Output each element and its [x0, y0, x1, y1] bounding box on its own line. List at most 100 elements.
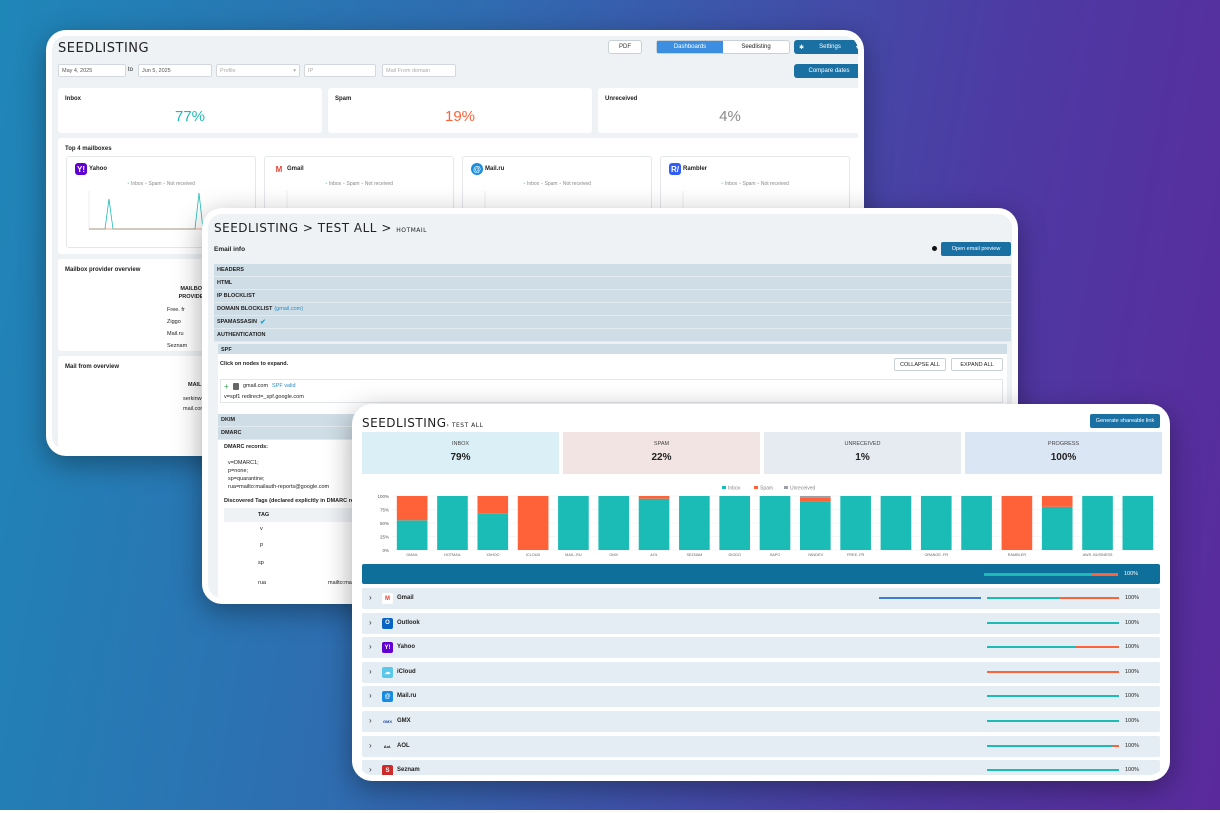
legend-inbox: Inbox: [130, 181, 144, 187]
section-dmarc[interactable]: DMARC: [218, 427, 364, 440]
tab-seedlisting[interactable]: Seedlisting: [723, 41, 789, 53]
spf-node[interactable]: gmail.com: [243, 383, 268, 389]
stat-value: 4%: [719, 108, 741, 125]
x-tick-label: HOTMAIL: [444, 553, 461, 557]
gmx-icon: GMX: [382, 719, 393, 724]
kpi-spam: SPAM 22%: [563, 432, 760, 474]
breadcrumb-root[interactable]: SEEDLISTING: [214, 221, 299, 235]
date-to-input[interactable]: Jun 5, 2025: [138, 64, 212, 77]
provider-row-seznam[interactable]: › S Seznam 100%: [362, 760, 1160, 775]
dmarc-line: v=DMARC1;: [228, 460, 259, 466]
legend-inbox: Inbox: [526, 181, 540, 187]
legend-swatch: [722, 486, 726, 489]
bar-inbox: [799, 501, 831, 550]
kpi-progress: PROGRESS 100%: [965, 432, 1162, 474]
chevron-right-icon[interactable]: ›: [369, 667, 372, 676]
provider-percent: 100%: [1125, 718, 1140, 724]
x-tick-label: MAIL..RU: [565, 553, 582, 557]
chevron-right-icon[interactable]: ›: [369, 741, 372, 750]
overall-progress-value: 100%: [1124, 571, 1139, 577]
y-tick-label: 75%: [380, 508, 389, 513]
chevron-right-icon[interactable]: ›: [369, 765, 372, 774]
section-label: DOMAIN BLOCKLIST: [217, 306, 273, 312]
mailbox-name: Yahoo: [89, 166, 108, 172]
email-info-title: Email info: [214, 246, 246, 253]
yahoo-icon: Y!: [75, 163, 87, 175]
section-authentication[interactable]: AUTHENTICATION: [214, 329, 1011, 342]
ip-input[interactable]: IP: [304, 64, 376, 77]
legend-label: Unreceived: [790, 486, 816, 492]
provider-progress-bar: [987, 720, 1119, 722]
bar-inbox: [840, 496, 871, 550]
kpi-label: SPAM: [653, 441, 670, 447]
provider-percent: 100%: [1125, 693, 1140, 700]
provider-row-mailru[interactable]: › @ Mail.ru 100%: [362, 686, 1160, 708]
legend-not-received: Not received: [364, 181, 393, 187]
icloud-icon: ☁: [382, 666, 393, 678]
pdf-button[interactable]: PDF: [608, 40, 642, 54]
mailbox-legend: ⁃ Inbox ⁃ Spam ⁃ Not received: [127, 181, 195, 187]
section-dkim[interactable]: DKIM: [218, 414, 364, 427]
profile-select[interactable]: Profile ▾: [216, 64, 300, 77]
section-headers[interactable]: HEADERS: [214, 264, 1011, 277]
x-tick-label: YANDEX: [808, 553, 824, 557]
legend-inbox: Inbox: [724, 181, 738, 187]
y-tick-label: 50%: [380, 521, 389, 526]
settings-button[interactable]: ✱ Settings ▾: [794, 40, 858, 54]
x-tick-label: GMAIL: [406, 553, 418, 557]
dmarc-line: sp=quarantine;: [228, 476, 265, 482]
legend-swatch: [754, 486, 758, 489]
bar-spam: [517, 496, 549, 550]
section-html[interactable]: HTML: [214, 277, 1011, 290]
chevron-right-icon[interactable]: ›: [369, 642, 372, 651]
x-tick-label: AWS..BUSINESS: [1083, 553, 1113, 557]
open-email-preview-button[interactable]: Open email preview: [941, 242, 1011, 256]
breadcrumb-separator: >: [302, 221, 314, 235]
chevron-right-icon[interactable]: ›: [369, 618, 372, 627]
legend-not-received: Not received: [562, 181, 591, 187]
bar-inbox: [920, 496, 952, 550]
chevron-right-icon[interactable]: ›: [369, 691, 372, 700]
dmarc-line: rua=mailto:mailauth-reports@google.com: [228, 484, 330, 490]
provider-percent: 100%: [1125, 595, 1140, 601]
provider-row-icloud[interactable]: › ☁ iCloud 100%: [362, 661, 1160, 683]
stat-unreceived: Unreceived 4%: [598, 88, 858, 133]
chevron-right-icon[interactable]: ›: [369, 593, 372, 602]
tab-dashboards[interactable]: Dashboards: [657, 41, 723, 53]
provider-row-gmail[interactable]: › M Gmail 100%: [362, 588, 1160, 609]
section-domain-blocklist[interactable]: DOMAIN BLOCKLIST (gmail.com): [214, 303, 1011, 316]
bar-inbox: [679, 496, 710, 550]
mail-from-input[interactable]: Mail From domain: [382, 64, 456, 77]
section-ip-blocklist[interactable]: IP BLOCKLIST: [214, 290, 1011, 303]
section-label: SPAMASSASIN: [217, 319, 257, 325]
breadcrumb-test[interactable]: TEST ALL: [318, 221, 377, 235]
bar-inbox: [558, 496, 589, 550]
collapse-all-button[interactable]: COLLAPSE ALL: [894, 358, 946, 371]
bar-spam: [1001, 496, 1033, 550]
provider-percent: 100%: [1125, 767, 1140, 774]
provider-row-yahoo[interactable]: › Y! Yahoo 100%: [362, 637, 1160, 659]
mailbox-legend: ⁃ Inbox ⁃ Spam ⁃ Not received: [325, 181, 393, 187]
compare-dates-button[interactable]: Compare dates: [794, 64, 858, 78]
legend-swatch: [784, 486, 788, 489]
date-from-input[interactable]: May 4, 2025: [58, 64, 126, 77]
stat-value: 77%: [174, 108, 206, 125]
provider-row-gmx[interactable]: › GMX GMX 100%: [362, 711, 1160, 732]
results-chart-area: Inbox Spam Unreceived 100% 75% 50% 25% 0% GMAIL H…: [362, 480, 1160, 562]
generate-shareable-link-button[interactable]: Generate shareable link: [1090, 414, 1160, 428]
legend-spam: Spam: [148, 181, 162, 187]
expand-all-button[interactable]: EXPAND ALL: [951, 358, 1003, 371]
chevron-right-icon[interactable]: ›: [369, 716, 372, 725]
status-dot: [932, 246, 937, 251]
section-spamassasin[interactable]: SPAMASSASIN ✔: [214, 316, 1011, 329]
to-label: to: [128, 67, 134, 73]
legend-not-received: Not received: [760, 181, 789, 187]
kpi-label: PROGRESS: [1047, 441, 1080, 447]
mailbox-name: Rambler: [683, 166, 708, 172]
x-tick-label: ICLOUD: [526, 553, 541, 557]
discovered-tags-label: Discovered Tags (declared explicitly in …: [224, 498, 357, 504]
provider-row-outlook[interactable]: › O Outlook 100%: [362, 612, 1160, 634]
top-mailboxes-title: Top 4 mailboxes: [65, 146, 112, 152]
provider-row-aol[interactable]: › Aol. AOL 100%: [362, 735, 1160, 757]
plus-icon[interactable]: +: [224, 382, 229, 391]
